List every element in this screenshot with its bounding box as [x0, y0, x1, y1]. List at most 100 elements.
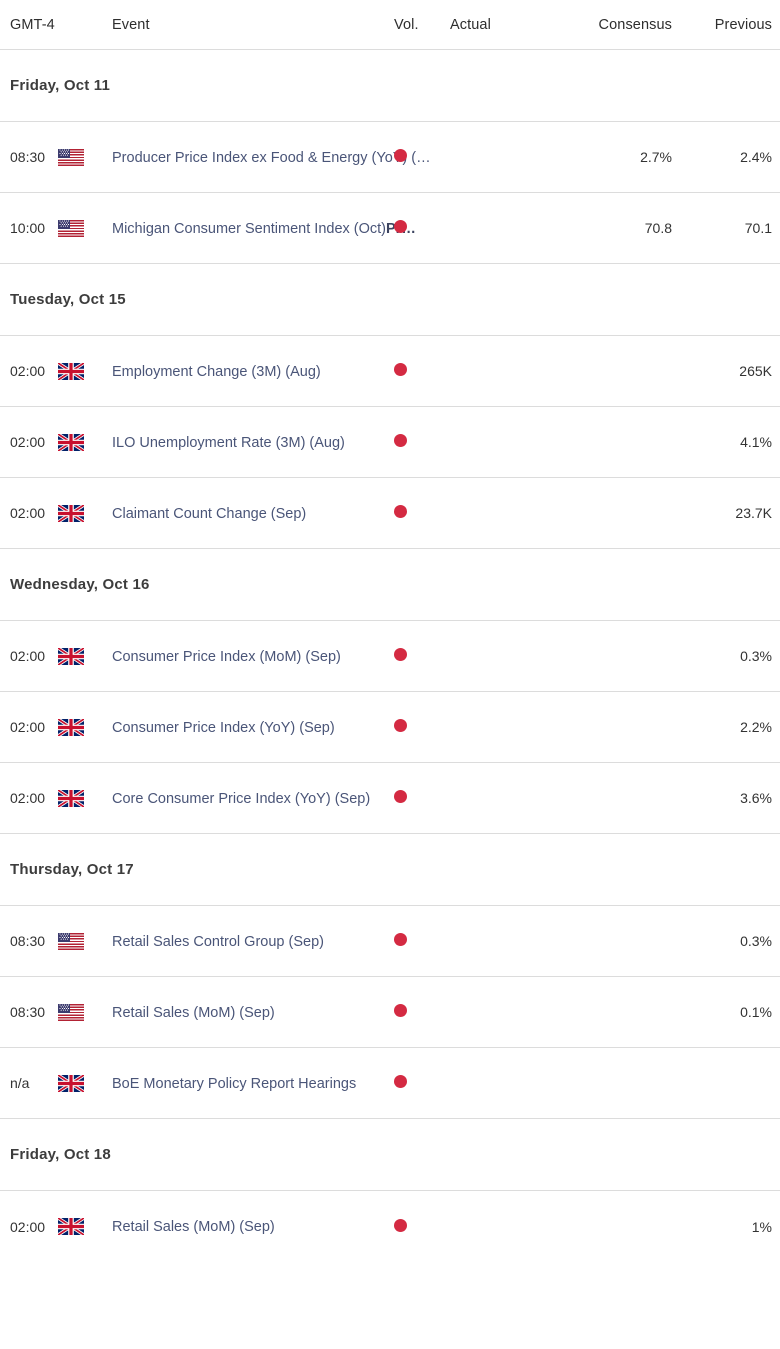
- event-time: 08:30: [10, 1004, 45, 1020]
- table-row[interactable]: 02:00 Consumer Price Index (YoY) (Sep) 2.2…: [0, 692, 780, 763]
- event-time: 02:00: [10, 648, 45, 664]
- event-name-text: Producer Price Index ex Food & Energy (Y…: [112, 150, 431, 166]
- volatility-dot-icon: [394, 363, 407, 376]
- date-header-row: Wednesday, Oct 16: [0, 549, 780, 621]
- event-name-text: Core Consumer Price Index (YoY) (Sep): [112, 791, 370, 807]
- consensus-value: 70.8: [645, 220, 672, 236]
- event-time: 02:00: [10, 790, 45, 806]
- volatility-dot-icon: [394, 719, 407, 732]
- date-header-label: Tuesday, Oct 15: [10, 291, 126, 308]
- country-flag: [58, 719, 112, 736]
- previous-value: 23.7K: [735, 505, 772, 521]
- country-flag: [58, 220, 112, 237]
- event-time: 08:30: [10, 933, 45, 949]
- event-time: 10:00: [10, 220, 45, 236]
- column-header-time: GMT-4: [0, 17, 58, 33]
- table-row[interactable]: n/aBoE Monetary Policy Report Hearings: [0, 1048, 780, 1119]
- date-header-row: Thursday, Oct 17: [0, 834, 780, 906]
- us-flag-icon: [58, 149, 84, 166]
- volatility-dot-icon: [394, 933, 407, 946]
- event-time: 02:00: [10, 505, 45, 521]
- table-row[interactable]: 02:00 Retail Sales (MoM) (Sep) 1%: [0, 1191, 780, 1262]
- economic-calendar: GMT-4 Event Vol. Actual Consensus Previo…: [0, 0, 780, 1262]
- country-flag: [58, 1218, 112, 1235]
- volatility-dot-icon: [394, 1075, 407, 1088]
- event-name-link[interactable]: Consumer Price Index (YoY) (Sep): [112, 720, 335, 736]
- country-flag: [58, 505, 112, 522]
- us-flag-icon: [58, 220, 84, 237]
- country-flag: [58, 648, 112, 665]
- country-flag: [58, 1075, 112, 1092]
- country-flag: [58, 790, 112, 807]
- previous-value: 1%: [752, 1219, 772, 1235]
- event-name-text: Michigan Consumer Sentiment Index (Oct): [112, 221, 386, 237]
- calendar-column-header: GMT-4 Event Vol. Actual Consensus Previo…: [0, 0, 780, 50]
- date-header-row: Tuesday, Oct 15: [0, 264, 780, 336]
- previous-value: 2.2%: [740, 719, 772, 735]
- event-name-link[interactable]: Retail Sales (MoM) (Sep): [112, 1005, 275, 1021]
- event-name-text: Consumer Price Index (MoM) (Sep): [112, 649, 341, 665]
- event-name-link[interactable]: Consumer Price Index (MoM) (Sep): [112, 649, 341, 665]
- table-row[interactable]: 02:00ILO Unemployment Rate (3M) (Aug)4.1…: [0, 407, 780, 478]
- table-row[interactable]: 02:00 Core Consumer Price Index (YoY) (Se…: [0, 763, 780, 834]
- gb-flag-icon: [58, 1218, 84, 1235]
- volatility-dot-icon: [394, 505, 407, 518]
- column-header-consensus: Consensus: [554, 17, 672, 33]
- event-name-link[interactable]: BoE Monetary Policy Report Hearings: [112, 1076, 356, 1092]
- event-time: 02:00: [10, 719, 45, 735]
- event-name-link[interactable]: Retail Sales (MoM) (Sep): [112, 1219, 275, 1235]
- gb-flag-icon: [58, 363, 84, 380]
- date-header-row: Friday, Oct 11: [0, 50, 780, 122]
- table-row[interactable]: 08:30 Retail Sales (MoM) (Sep) 0.1%: [0, 977, 780, 1048]
- country-flag: [58, 434, 112, 451]
- date-header-label: Friday, Oct 18: [10, 1146, 111, 1163]
- gb-flag-icon: [58, 1075, 84, 1092]
- event-name-link[interactable]: Claimant Count Change (Sep): [112, 506, 306, 522]
- event-name-text: Consumer Price Index (YoY) (Sep): [112, 720, 335, 736]
- us-flag-icon: [58, 933, 84, 950]
- column-header-previous: Previous: [672, 17, 780, 33]
- volatility-dot-icon: [394, 1219, 407, 1232]
- us-flag-icon: [58, 1004, 84, 1021]
- gb-flag-icon: [58, 719, 84, 736]
- event-name-link[interactable]: Core Consumer Price Index (YoY) (Sep): [112, 791, 370, 807]
- event-name-link[interactable]: Retail Sales Control Group (Sep): [112, 934, 324, 950]
- column-header-volatility: Vol.: [394, 17, 450, 33]
- gb-flag-icon: [58, 648, 84, 665]
- event-name-link[interactable]: Employment Change (3M) (Aug): [112, 364, 321, 380]
- country-flag: [58, 363, 112, 380]
- event-name-text: ILO Unemployment Rate (3M) (Aug): [112, 435, 345, 451]
- previous-value: 2.4%: [740, 149, 772, 165]
- event-name-link[interactable]: ILO Unemployment Rate (3M) (Aug): [112, 435, 345, 451]
- previous-value: 0.1%: [740, 1004, 772, 1020]
- table-row[interactable]: 02:00Employment Change (3M) (Aug)265K: [0, 336, 780, 407]
- event-name-link[interactable]: Producer Price Index ex Food & Energy (Y…: [112, 150, 431, 166]
- volatility-dot-icon: [394, 220, 407, 233]
- table-row[interactable]: 02:00 Consumer Price Index (MoM) (Sep) 0.3…: [0, 621, 780, 692]
- event-name-link[interactable]: Michigan Consumer Sentiment Index (Oct)P…: [112, 221, 416, 237]
- date-header-row: Friday, Oct 18: [0, 1119, 780, 1191]
- table-row[interactable]: 02:00 Claimant Count Change (Sep) 23.7K: [0, 478, 780, 549]
- gb-flag-icon: [58, 434, 84, 451]
- event-name-text: Retail Sales (MoM) (Sep): [112, 1005, 275, 1021]
- table-row[interactable]: 08:30Retail Sales Control Group (Sep)0.3…: [0, 906, 780, 977]
- volatility-dot-icon: [394, 648, 407, 661]
- table-row[interactable]: 10:00 Michigan Consumer Sentiment Index (…: [0, 193, 780, 264]
- event-name-text: Employment Change (3M) (Aug): [112, 364, 321, 380]
- volatility-dot-icon: [394, 1004, 407, 1017]
- previous-value: 265K: [739, 363, 772, 379]
- event-time: 02:00: [10, 1219, 45, 1235]
- consensus-value: 2.7%: [640, 149, 672, 165]
- column-header-event: Event: [112, 17, 394, 33]
- date-header-label: Wednesday, Oct 16: [10, 576, 150, 593]
- previous-value: 0.3%: [740, 648, 772, 664]
- date-header-label: Friday, Oct 11: [10, 77, 110, 94]
- event-time: 08:30: [10, 149, 45, 165]
- event-name-text: Retail Sales Control Group (Sep): [112, 934, 324, 950]
- gb-flag-icon: [58, 790, 84, 807]
- table-row[interactable]: 08:30 Producer Price Index ex Food & Ener…: [0, 122, 780, 193]
- previous-value: 3.6%: [740, 790, 772, 806]
- country-flag: [58, 933, 112, 950]
- country-flag: [58, 149, 112, 166]
- event-time: 02:00: [10, 434, 45, 450]
